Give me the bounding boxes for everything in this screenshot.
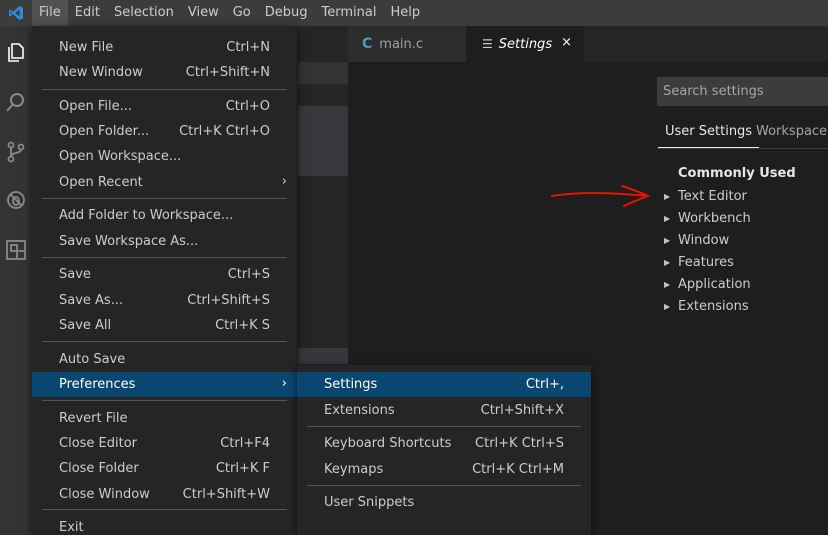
red-arrow-annotation-icon: [548, 180, 656, 216]
toc-item-application[interactable]: ▶ Application: [664, 275, 751, 293]
menu-item-close-editor[interactable]: Close Editor Ctrl+F4: [32, 431, 297, 456]
close-icon[interactable]: ×: [561, 35, 572, 50]
menu-separator: [42, 89, 287, 90]
editor-tab-bar: C main.c ☰ Settings ×: [348, 26, 828, 62]
menu-item-open-file[interactable]: Open File... Ctrl+O: [32, 94, 297, 119]
menu-item-save-workspace-as[interactable]: Save Workspace As...: [32, 229, 297, 254]
menu-item-open-recent[interactable]: Open Recent ›: [32, 170, 297, 195]
extensions-icon[interactable]: [0, 230, 32, 270]
menu-file[interactable]: File: [32, 0, 68, 26]
menu-item-close-window[interactable]: Close Window Ctrl+Shift+W: [32, 482, 297, 507]
menu-item-revert-file[interactable]: Revert File: [32, 406, 297, 431]
menu-item-exit[interactable]: Exit: [32, 515, 297, 535]
menu-item-save-as[interactable]: Save As... Ctrl+Shift+S: [32, 288, 297, 313]
activity-bar: [0, 26, 32, 535]
menu-separator: [42, 341, 287, 342]
preferences-submenu: Settings Ctrl+, Extensions Ctrl+Shift+X Ke…: [297, 365, 591, 535]
menu-go[interactable]: Go: [226, 0, 258, 26]
triangle-right-icon: ▶: [664, 191, 671, 201]
menu-separator: [42, 400, 287, 401]
chevron-right-icon: ›: [281, 174, 287, 189]
debug-icon[interactable]: [0, 180, 32, 220]
menu-item-new-file[interactable]: New File Ctrl+N: [32, 35, 297, 60]
submenu-item-user-snippets[interactable]: User Snippets: [297, 490, 591, 515]
settings-file-icon: ☰: [482, 37, 493, 51]
menu-item-auto-save[interactable]: Auto Save: [32, 347, 297, 372]
sidebar-highlight: [298, 106, 348, 176]
submenu-item-keymaps[interactable]: Keymaps Ctrl+K Ctrl+M: [297, 457, 591, 482]
explorer-icon[interactable]: [0, 32, 32, 72]
toc-item-features[interactable]: ▶ Features: [664, 253, 734, 271]
divider: [657, 148, 828, 149]
menu-item-open-workspace[interactable]: Open Workspace...: [32, 144, 297, 169]
search-icon[interactable]: [0, 82, 32, 122]
menu-separator: [42, 257, 287, 258]
menu-item-new-window[interactable]: New Window Ctrl+Shift+N: [32, 60, 297, 85]
toc-item-extensions[interactable]: ▶ Extensions: [664, 297, 749, 315]
menu-item-open-folder[interactable]: Open Folder... Ctrl+K Ctrl+O: [32, 119, 297, 144]
triangle-right-icon: ▶: [664, 213, 671, 223]
source-control-icon[interactable]: [0, 132, 32, 172]
menu-view[interactable]: View: [181, 0, 226, 26]
menu-selection[interactable]: Selection: [107, 0, 181, 26]
file-menu: New File Ctrl+N New Window Ctrl+Shift+N Op…: [32, 26, 297, 535]
submenu-item-extensions[interactable]: Extensions Ctrl+Shift+X: [297, 398, 591, 423]
menu-debug[interactable]: Debug: [258, 0, 315, 26]
toc-item-text-editor[interactable]: ▶ Text Editor: [664, 187, 747, 205]
menu-item-close-folder[interactable]: Close Folder Ctrl+K F: [32, 456, 297, 481]
menu-item-preferences[interactable]: Preferences ›: [32, 372, 297, 397]
menu-item-add-folder-to-workspace[interactable]: Add Folder to Workspace...: [32, 203, 297, 228]
triangle-right-icon: ▶: [664, 301, 671, 311]
vscode-logo-icon: [0, 0, 32, 26]
toc-item-workbench[interactable]: ▶ Workbench: [664, 209, 751, 227]
menu-item-save[interactable]: Save Ctrl+S: [32, 262, 297, 287]
triangle-right-icon: ▶: [664, 257, 671, 267]
menu-terminal[interactable]: Terminal: [315, 0, 384, 26]
menu-separator: [42, 198, 287, 199]
c-file-icon: C: [362, 36, 373, 52]
triangle-right-icon: ▶: [664, 235, 671, 245]
toc-item-window[interactable]: ▶ Window: [664, 231, 729, 249]
sidebar-highlight: [298, 348, 348, 364]
tab-label: main.c: [379, 36, 424, 52]
chevron-right-icon: ›: [281, 376, 287, 391]
toc-commonly-used[interactable]: Commonly Used: [678, 166, 796, 181]
tab-main-c[interactable]: C main.c: [348, 26, 466, 62]
tab-settings[interactable]: ☰ Settings ×: [466, 26, 584, 62]
sidebar-section-header: [298, 62, 348, 84]
menu-edit[interactable]: Edit: [68, 0, 107, 26]
tab-label: Settings: [498, 36, 553, 52]
menu-separator: [307, 426, 581, 427]
submenu-item-settings[interactable]: Settings Ctrl+,: [297, 372, 591, 397]
menu-help[interactable]: Help: [383, 0, 427, 26]
menu-item-save-all[interactable]: Save All Ctrl+K S: [32, 313, 297, 338]
submenu-item-keyboard-shortcuts[interactable]: Keyboard Shortcuts Ctrl+K Ctrl+S: [297, 431, 591, 456]
search-settings-input[interactable]: [657, 77, 828, 106]
triangle-right-icon: ▶: [664, 279, 671, 289]
menu-separator: [42, 509, 287, 510]
menu-separator: [307, 485, 581, 486]
tab-user-settings[interactable]: User Settings: [657, 124, 760, 148]
tab-workspace-settings[interactable]: Workspace S: [756, 124, 828, 139]
menu-bar: File Edit Selection View Go Debug Termin…: [0, 0, 828, 26]
